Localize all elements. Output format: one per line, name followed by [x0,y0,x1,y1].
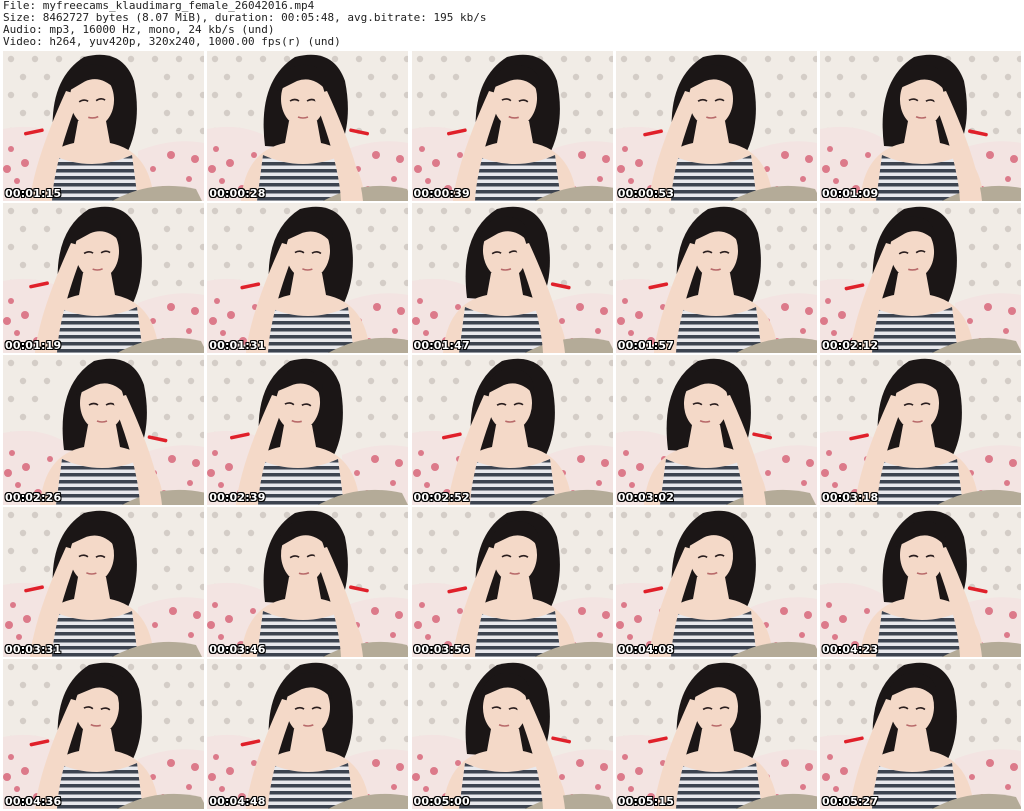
thumbnail-frame-image [615,355,817,505]
thumbnail-timestamp: 00:01:57 [617,339,675,352]
thumbnail-timestamp: 00:01:09 [822,187,879,200]
video-thumbnail: 00:04:36 [3,659,204,809]
video-thumbnail: 00:01:19 [3,203,204,353]
video-thumbnail: 00:01:09 [820,51,1021,201]
video-thumbnail: 00:02:26 [3,355,204,505]
video-thumbnail: 00:04:23 [820,507,1021,657]
video-thumbnail: 00:02:12 [820,203,1021,353]
video-thumbnail: 00:03:02 [615,355,817,505]
video-info-line: Video: h264, yuv420p, 320x240, 1000.00 f… [3,35,341,48]
thumbnail-timestamp: 00:02:39 [209,491,266,504]
thumbnail-timestamp: 00:03:18 [822,491,879,504]
thumbnail-frame-image [820,659,1021,809]
video-thumbnail: 00:01:15 [3,51,204,201]
thumbnail-timestamp: 00:01:15 [5,187,62,200]
thumbnail-timestamp: 00:05:15 [617,795,675,808]
file-info-header: File: myfreecams_klaudimarg_female_26042… [3,0,1021,50]
video-thumbnail: 00:00:39 [411,51,613,201]
thumbnail-frame-image [615,659,817,809]
thumbnail-timestamp: 00:03:02 [617,491,675,504]
thumbnail-timestamp: 00:05:27 [822,795,879,808]
thumbnail-frame-image [3,507,204,657]
thumbnail-frame-image [411,507,613,657]
video-thumbnail: 00:02:39 [207,355,409,505]
thumbnail-timestamp: 00:03:56 [413,643,470,656]
thumbnail-frame-image [820,507,1021,657]
thumbnail-frame-image [411,659,613,809]
thumbnail-timestamp: 00:04:08 [617,643,675,656]
thumbnail-timestamp: 00:02:52 [413,491,470,504]
thumbnail-timestamp: 00:01:31 [209,339,266,352]
video-thumbnail: 00:03:31 [3,507,204,657]
video-thumbnail: 00:04:08 [615,507,817,657]
thumbnail-timestamp: 00:05:00 [413,795,470,808]
video-thumbnail: 00:03:18 [820,355,1021,505]
video-thumbnail: 00:05:00 [411,659,613,809]
video-thumbnail: 00:05:15 [615,659,817,809]
video-thumbnail: 00:00:53 [615,51,817,201]
thumbnail-timestamp: 00:01:19 [5,339,62,352]
thumbnail-frame-image [615,203,817,353]
video-thumbnail: 00:03:56 [411,507,613,657]
thumbnail-frame-image [3,203,204,353]
thumbnail-grid: 00:01:15 00:00:28 00:00:39 00:00:53 00:01:09… [3,51,1021,809]
thumbnail-timestamp: 00:04:23 [822,643,879,656]
thumbnail-timestamp: 00:00:28 [209,187,266,200]
thumbnail-frame-image [615,507,817,657]
video-thumbnail: 00:01:47 [411,203,613,353]
video-thumbnail: 00:04:48 [207,659,409,809]
video-thumbnail: 00:01:57 [615,203,817,353]
thumbnail-frame-image [3,51,204,201]
thumbnail-timestamp: 00:04:36 [5,795,62,808]
thumbnail-frame-image [207,507,409,657]
video-thumbnail: 00:02:52 [411,355,613,505]
thumbnail-frame-image [820,355,1021,505]
thumbnail-timestamp: 00:01:47 [413,339,470,352]
video-thumbnail: 00:01:31 [207,203,409,353]
thumbnail-frame-image [411,51,613,201]
video-thumbnail: 00:03:46 [207,507,409,657]
video-thumbnail: 00:00:28 [207,51,409,201]
thumbnail-frame-image [3,659,204,809]
thumbnail-frame-image [207,51,409,201]
thumbnail-timestamp: 00:00:53 [617,187,675,200]
thumbnail-frame-image [207,203,409,353]
thumbnail-timestamp: 00:00:39 [413,187,470,200]
thumbnail-frame-image [411,355,613,505]
thumbnail-frame-image [615,51,817,201]
thumbnail-timestamp: 00:03:46 [209,643,266,656]
thumbnail-frame-image [3,355,204,505]
thumbnail-frame-image [207,659,409,809]
thumbnail-frame-image [411,203,613,353]
thumbnail-timestamp: 00:03:31 [5,643,62,656]
thumbnail-timestamp: 00:04:48 [209,795,266,808]
thumbnail-frame-image [207,355,409,505]
video-thumbnail: 00:05:27 [820,659,1021,809]
thumbnail-timestamp: 00:02:26 [5,491,62,504]
thumbnail-timestamp: 00:02:12 [822,339,879,352]
thumbnail-frame-image [820,51,1021,201]
thumbnail-frame-image [820,203,1021,353]
